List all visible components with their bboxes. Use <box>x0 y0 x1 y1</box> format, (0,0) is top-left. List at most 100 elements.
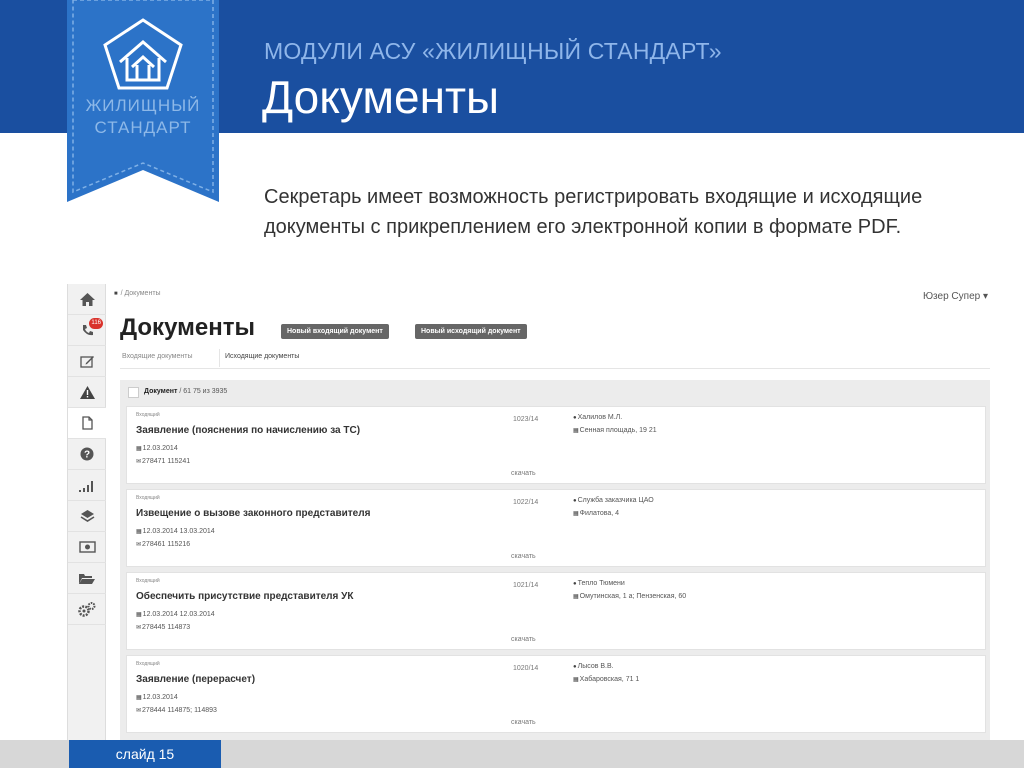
list-header: Документ / 61 75 из 3935 <box>120 380 990 404</box>
list-item[interactable]: Входящий Заявление (перерасчет) ▦12.03.2… <box>126 655 986 733</box>
documents-title: Документы <box>120 314 255 341</box>
row-number: 1020/14 <box>513 665 539 672</box>
slide-number: слайд 15 <box>69 740 221 768</box>
home-icon <box>79 292 95 306</box>
row-codes: ✉278445 114873 <box>136 624 190 631</box>
svg-text:?: ? <box>84 450 90 461</box>
description-text: Секретарь имеет возможность регистрирова… <box>264 186 923 238</box>
row-address: ▦Хабаровская, 71 1 <box>573 676 639 683</box>
sidebar-item-help[interactable]: ? <box>68 439 106 470</box>
row-address-text: Омутинская, 1 а; Пензенская, 60 <box>579 593 687 600</box>
row-type: Входящий <box>136 495 160 501</box>
building-icon: ▦ <box>573 511 579 517</box>
new-outgoing-button[interactable]: Новый исходящий документ <box>415 324 527 339</box>
page-heading: Документы <box>262 71 500 123</box>
user-menu[interactable]: Юзер Супер ▾ <box>923 291 988 302</box>
sidebar-item-edit[interactable] <box>68 346 106 377</box>
envelope-icon: ✉ <box>136 625 142 631</box>
app-screenshot: 116 ? ■ / Документы Юзер Супер ▾ Докумен… <box>67 284 997 740</box>
row-dates-text: 12.03.2014 <box>142 694 178 701</box>
list-item[interactable]: Входящий Извещение о вызове законного пр… <box>126 489 986 567</box>
sidebar-item-stats[interactable] <box>68 470 106 501</box>
row-codes: ✉278444 114875; 114893 <box>136 707 217 714</box>
warning-icon <box>79 385 95 399</box>
row-title[interactable]: Заявление (пояснения по начислению за ТС… <box>136 425 360 436</box>
row-title[interactable]: Заявление (перерасчет) <box>136 674 255 685</box>
building-icon: ▦ <box>573 594 579 600</box>
row-type: Входящий <box>136 412 160 418</box>
calendar-icon: ▦ <box>136 612 142 618</box>
row-dates: ▦12.03.2014 12.03.2014 <box>136 611 215 618</box>
sidebar-item-warning[interactable] <box>68 377 106 408</box>
user-icon: ● <box>573 415 577 421</box>
row-author-text: Халилов М.Л. <box>577 414 623 421</box>
sidebar-item-settings[interactable] <box>68 594 106 625</box>
row-dates-text: 12.03.2014 13.03.2014 <box>142 528 215 535</box>
row-author-text: Тепло Тюмени <box>577 580 625 587</box>
sidebar-item-calls[interactable]: 116 <box>68 315 106 346</box>
row-title[interactable]: Обеспечить присутствие представителя УК <box>136 591 353 602</box>
row-address-text: Филатова, 4 <box>579 510 620 517</box>
row-address-text: Хабаровская, 71 1 <box>579 676 640 683</box>
row-number: 1022/14 <box>513 499 539 506</box>
list-item[interactable]: Входящий Заявление (пояснения по начисле… <box>126 406 986 484</box>
download-link[interactable]: скачать <box>511 719 536 726</box>
row-codes-text: 278445 114873 <box>142 624 191 631</box>
new-incoming-button[interactable]: Новый входящий документ <box>281 324 389 339</box>
building-icon: ▦ <box>573 677 579 683</box>
row-codes-text: 278444 114875; 114893 <box>142 707 217 714</box>
module-title: МОДУЛИ АСУ «ЖИЛИЩНЫЙ СТАНДАРТ» <box>264 38 722 64</box>
download-link[interactable]: скачать <box>511 470 536 477</box>
envelope-icon: ✉ <box>136 708 142 714</box>
row-title[interactable]: Извещение о вызове законного представите… <box>136 508 370 519</box>
document-tabs: Входящие документы Исходящие документы <box>120 347 990 369</box>
calls-badge: 116 <box>89 318 103 329</box>
row-dates-text: 12.03.2014 <box>142 445 178 452</box>
row-author: ●Лысов В.В. <box>573 663 614 670</box>
row-address: ▦Филатова, 4 <box>573 510 619 517</box>
tab-incoming[interactable]: Входящие документы <box>122 353 192 360</box>
row-codes: ✉278461 115216 <box>136 541 190 548</box>
row-dates: ▦12.03.2014 <box>136 694 178 701</box>
row-address-text: Сенная площадь, 19 21 <box>579 427 657 434</box>
calendar-icon: ▦ <box>136 695 142 701</box>
money-icon <box>78 541 96 553</box>
row-author-text: Лысов В.В. <box>577 663 614 670</box>
app-main: ■ / Документы Юзер Супер ▾ Документы Нов… <box>114 284 994 740</box>
sidebar-item-finance[interactable] <box>68 532 106 563</box>
logo-text-line2: СТАНДАРТ <box>94 118 192 137</box>
sidebar-item-documents[interactable] <box>68 408 106 439</box>
row-codes-text: 278461 115216 <box>142 541 191 548</box>
sidebar-item-layers[interactable] <box>68 501 106 532</box>
calendar-icon: ▦ <box>136 446 142 452</box>
logo-text-line1: ЖИЛИЩНЫЙ <box>85 96 201 115</box>
building-icon: ▦ <box>573 428 579 434</box>
breadcrumb-current: Документы <box>124 290 161 297</box>
breadcrumb: ■ / Документы <box>114 290 161 297</box>
sidebar-item-folders[interactable] <box>68 563 106 594</box>
list-count: Документ / 61 75 из 3935 <box>144 388 227 395</box>
tab-outgoing[interactable]: Исходящие документы <box>225 353 299 360</box>
user-icon: ● <box>573 498 577 504</box>
row-type: Входящий <box>136 661 160 667</box>
home-breadcrumb-icon[interactable]: ■ <box>114 291 118 297</box>
row-address: ▦Омутинская, 1 а; Пензенская, 60 <box>573 593 686 600</box>
download-link[interactable]: скачать <box>511 636 536 643</box>
envelope-icon: ✉ <box>136 459 142 465</box>
download-link[interactable]: скачать <box>511 553 536 560</box>
row-dates: ▦12.03.2014 13.03.2014 <box>136 528 215 535</box>
row-dates: ▦12.03.2014 <box>136 445 178 452</box>
row-codes-text: 278471 115241 <box>142 458 191 465</box>
row-address: ▦Сенная площадь, 19 21 <box>573 427 657 434</box>
search-icon[interactable] <box>128 387 139 398</box>
sidebar-item-home[interactable] <box>68 284 106 315</box>
user-icon: ● <box>573 581 577 587</box>
document-list: Документ / 61 75 из 3935 Входящий Заявле… <box>120 380 990 740</box>
edit-icon <box>79 355 94 368</box>
row-dates-text: 12.03.2014 12.03.2014 <box>142 611 215 618</box>
slide: ЖИЛИЩНЫЙ СТАНДАРТ МОДУЛИ АСУ «ЖИЛИЩНЫЙ С… <box>0 0 1024 768</box>
list-item[interactable]: Входящий Обеспечить присутствие представ… <box>126 572 986 650</box>
signal-icon <box>79 480 93 492</box>
list-label: Документ <box>144 388 178 395</box>
envelope-icon: ✉ <box>136 542 142 548</box>
